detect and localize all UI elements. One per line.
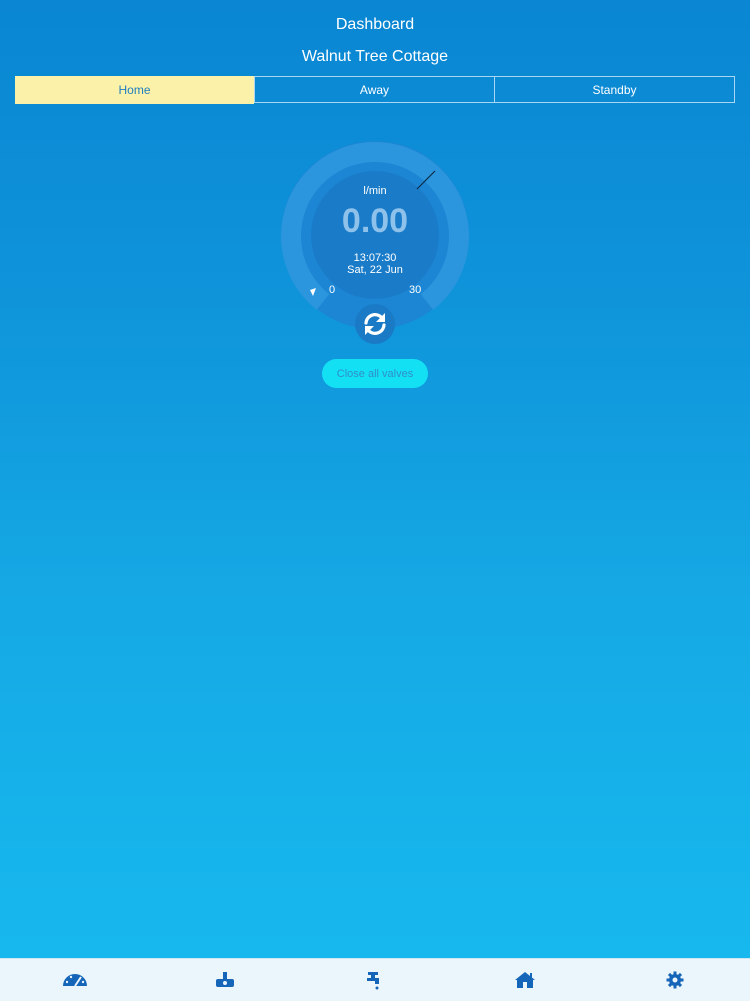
tab-dashboard[interactable] bbox=[0, 959, 150, 1001]
mode-tab-standby[interactable]: Standby bbox=[494, 77, 734, 102]
mode-selector: Home Away Standby bbox=[15, 76, 735, 104]
flow-gauge: l/min 0.00 13:07:30 Sat, 22 Jun 0 30 bbox=[280, 140, 470, 330]
property-name: Walnut Tree Cottage bbox=[301, 48, 449, 65]
flow-unit: l/min bbox=[363, 185, 387, 197]
flow-value: 0.00 bbox=[341, 202, 409, 240]
tap-icon bbox=[367, 972, 379, 990]
tab-taps[interactable] bbox=[300, 959, 450, 1001]
reading-date: Sat, 22 Jun bbox=[347, 264, 403, 276]
close-all-valves-button[interactable]: Close all valves bbox=[322, 359, 428, 388]
page-title: Dashboard bbox=[335, 16, 415, 33]
gauge-max-label: 30 bbox=[409, 284, 422, 296]
gear-icon bbox=[666, 971, 684, 989]
refresh-icon bbox=[364, 313, 386, 335]
reading-time: 13:07:30 bbox=[353, 252, 397, 264]
tab-properties[interactable] bbox=[450, 959, 600, 1001]
house-icon bbox=[515, 972, 535, 988]
tab-valves[interactable] bbox=[150, 959, 300, 1001]
valve-icon bbox=[216, 972, 234, 987]
mode-tab-away[interactable]: Away bbox=[254, 77, 494, 102]
bottom-tab-bar bbox=[0, 958, 750, 1001]
gauge-icon bbox=[63, 974, 87, 987]
refresh-button[interactable] bbox=[355, 304, 395, 344]
tab-settings[interactable] bbox=[600, 959, 750, 1001]
mode-tab-home[interactable]: Home bbox=[15, 76, 254, 104]
gauge-min-label: 0 bbox=[329, 284, 336, 296]
